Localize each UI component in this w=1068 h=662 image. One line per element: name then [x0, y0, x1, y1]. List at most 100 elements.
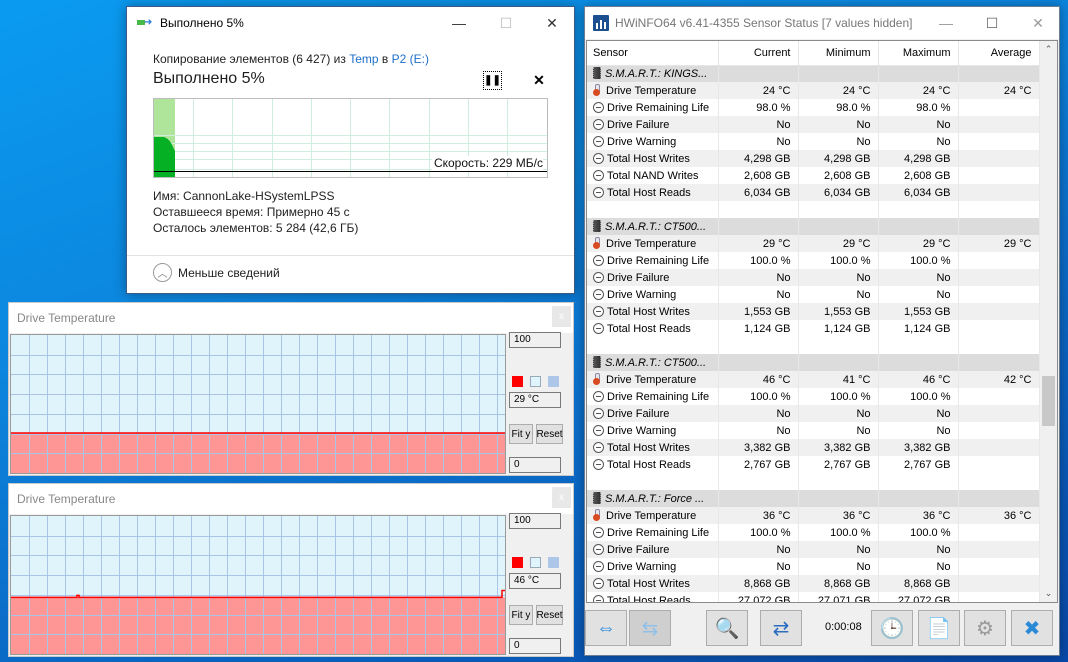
graph-max-field[interactable]: 100 — [509, 332, 561, 348]
collapse-columns-button[interactable]: ⇆ — [629, 610, 671, 646]
cancel-copy-button[interactable]: ✕ — [531, 71, 547, 90]
minimize-button[interactable]: — — [923, 7, 969, 39]
value-current: No — [718, 541, 799, 558]
sensor-row[interactable]: Drive Remaining Life 98.0 % 98.0 % 98.0 % — [587, 99, 1040, 116]
value-current: 46 °C — [718, 371, 799, 388]
maximize-button[interactable]: ☐ — [483, 7, 529, 39]
graph-max-field[interactable]: 100 — [509, 513, 561, 529]
less-details-button[interactable]: ︿ Меньше сведений — [153, 263, 280, 282]
sensor-row[interactable]: Drive Temperature 36 °C 36 °C 36 °C 36 °C — [587, 507, 1040, 524]
sensor-name: Drive Remaining Life — [587, 388, 719, 405]
graph-titlebar[interactable]: Drive Temperature x — [9, 303, 573, 333]
sensor-group-row[interactable]: S.M.A.R.T.: CT500... — [587, 354, 1040, 371]
line-color-swatch[interactable] — [512, 376, 523, 387]
sensor-row[interactable]: Total Host Writes 4,298 GB 4,298 GB 4,298 G… — [587, 150, 1040, 167]
minimize-button[interactable]: — — [436, 7, 482, 39]
sensor-row[interactable]: Total Host Writes 8,868 GB 8,868 GB 8,868 G… — [587, 575, 1040, 592]
sensor-row[interactable]: Drive Remaining Life 100.0 % 100.0 % 100.0 … — [587, 252, 1040, 269]
value-current: No — [718, 422, 799, 439]
reset-button[interactable]: Reset — [536, 424, 563, 444]
column-header-current[interactable]: Current — [718, 41, 799, 66]
grid-color-swatch[interactable] — [548, 376, 559, 387]
close-graph-button[interactable]: x — [552, 306, 571, 327]
sensor-group-row[interactable]: S.M.A.R.T.: Force ... — [587, 490, 1040, 507]
collapse-arrows-icon: ⇆ — [641, 617, 659, 640]
maximize-button[interactable]: ☐ — [969, 7, 1015, 39]
scrollbar-thumb[interactable] — [1042, 376, 1055, 426]
sensor-row[interactable]: Drive Warning No No No — [587, 422, 1040, 439]
column-header-maximum[interactable]: Maximum — [878, 41, 959, 66]
value-current: No — [718, 133, 799, 150]
settings-button[interactable]: ⚙ — [964, 610, 1006, 646]
background-color-swatch[interactable] — [530, 557, 541, 568]
sensor-row[interactable]: Drive Failure No No No — [587, 116, 1040, 133]
column-header-sensor[interactable]: Sensor — [587, 41, 719, 66]
sensor-row[interactable]: Drive Remaining Life 100.0 % 100.0 % 100.0 … — [587, 524, 1040, 541]
close-graph-button[interactable]: x — [552, 487, 571, 508]
line-color-swatch[interactable] — [512, 557, 523, 568]
value-average — [958, 541, 1040, 558]
sensor-row[interactable]: Drive Warning No No No — [587, 133, 1040, 150]
sensor-monitor-button[interactable]: 🔍 — [706, 610, 748, 646]
value-minimum: 3,382 GB — [798, 439, 879, 456]
close-button[interactable]: ✕ — [529, 7, 575, 39]
sensor-row[interactable]: Total Host Reads 2,767 GB 2,767 GB 2,767 GB — [587, 456, 1040, 473]
sensor-group-row[interactable]: S.M.A.R.T.: KINGS... — [587, 65, 1040, 82]
value-average — [958, 252, 1040, 269]
sensor-name: Drive Remaining Life — [587, 99, 719, 116]
drive-chip-icon — [593, 356, 601, 368]
sensor-row[interactable]: Drive Temperature 29 °C 29 °C 29 °C 29 °C — [587, 235, 1040, 252]
vertical-scrollbar[interactable]: ⌃ ⌄ — [1040, 41, 1057, 602]
sensor-row[interactable]: Total Host Writes 3,382 GB 3,382 GB 3,382 G… — [587, 439, 1040, 456]
close-sensors-button[interactable]: ✖ — [1011, 610, 1053, 646]
value-minimum: 100.0 % — [798, 524, 879, 541]
source-folder-link[interactable]: Temp — [349, 52, 378, 66]
expand-columns-button[interactable]: ⇔ — [585, 610, 627, 646]
grid-color-swatch[interactable] — [548, 557, 559, 568]
value-minimum: 27,071 GB — [798, 592, 879, 602]
value-maximum: 2,608 GB — [878, 167, 959, 184]
scroll-down-arrow-icon[interactable]: ⌄ — [1040, 585, 1057, 602]
sensor-row[interactable]: Drive Failure No No No — [587, 405, 1040, 422]
graph-min-field[interactable]: 0 — [509, 457, 561, 473]
sensor-row[interactable]: Drive Failure No No No — [587, 269, 1040, 286]
chevron-up-icon: ︿ — [153, 263, 172, 282]
column-header-minimum[interactable]: Minimum — [798, 41, 879, 66]
reset-timer-button[interactable]: 🕒 — [871, 610, 913, 646]
value-average — [958, 524, 1040, 541]
sensor-row[interactable]: Total Host Writes 1,553 GB 1,553 GB 1,553 G… — [587, 303, 1040, 320]
logging-button[interactable]: 📄 — [918, 610, 960, 646]
scroll-up-arrow-icon[interactable]: ⌃ — [1040, 41, 1057, 58]
fit-y-button[interactable]: Fit y — [509, 605, 533, 625]
temperature-graph — [10, 515, 506, 655]
sensor-row[interactable]: Total NAND Writes 2,608 GB 2,608 GB 2,608 G… — [587, 167, 1040, 184]
sensor-row[interactable]: Drive Temperature 24 °C 24 °C 24 °C 24 °C — [587, 82, 1040, 99]
value-current: 6,034 GB — [718, 184, 799, 201]
fit-y-button[interactable]: Fit y — [509, 424, 533, 444]
sensor-row[interactable]: Drive Remaining Life 100.0 % 100.0 % 100.0 … — [587, 388, 1040, 405]
background-color-swatch[interactable] — [530, 376, 541, 387]
temperature-graph — [10, 334, 506, 474]
network-button[interactable]: ⇄ — [760, 610, 802, 646]
sensor-row[interactable]: Drive Failure No No No — [587, 541, 1040, 558]
graph-titlebar[interactable]: Drive Temperature x — [9, 484, 573, 514]
gauge-icon — [593, 186, 604, 198]
sensor-row[interactable]: Total Host Reads 27,072 GB 27,071 GB 27,072… — [587, 592, 1040, 602]
pause-button[interactable]: ❚❚ — [483, 71, 502, 90]
sensor-row[interactable]: Total Host Reads 1,124 GB 1,124 GB 1,124 GB — [587, 320, 1040, 337]
column-header-average[interactable]: Average — [958, 41, 1040, 66]
copy-description-mid: в — [378, 52, 392, 66]
sensor-name: Drive Failure — [587, 269, 719, 286]
destination-drive-link[interactable]: P2 (E:) — [392, 52, 429, 66]
sensor-row[interactable]: Drive Warning No No No — [587, 558, 1040, 575]
value-minimum: No — [798, 405, 879, 422]
sensor-table: Sensor Current Minimum Maximum Average S… — [587, 41, 1040, 602]
sensor-row[interactable]: Total Host Reads 6,034 GB 6,034 GB 6,034 GB — [587, 184, 1040, 201]
sensor-group-row[interactable]: S.M.A.R.T.: CT500... — [587, 218, 1040, 235]
less-details-label: Меньше сведений — [178, 265, 280, 280]
close-button[interactable]: ✕ — [1015, 7, 1061, 39]
sensor-row[interactable]: Drive Temperature 46 °C 41 °C 46 °C 42 °C — [587, 371, 1040, 388]
sensor-row[interactable]: Drive Warning No No No — [587, 286, 1040, 303]
graph-min-field[interactable]: 0 — [509, 638, 561, 654]
reset-button[interactable]: Reset — [536, 605, 563, 625]
